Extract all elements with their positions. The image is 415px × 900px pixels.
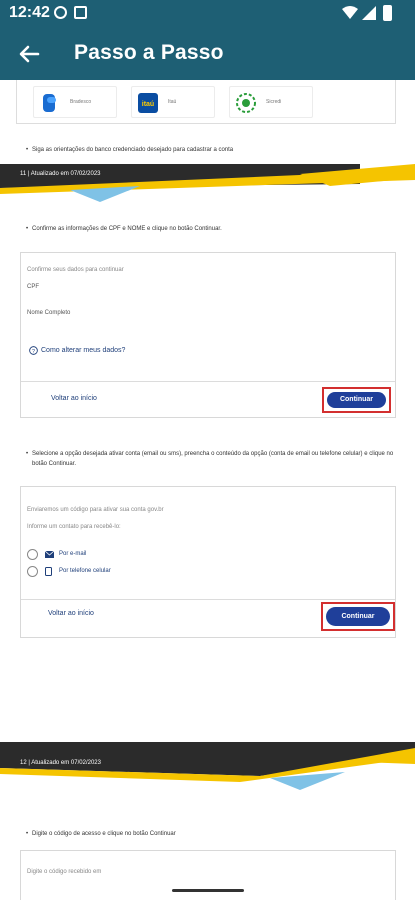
page-title: Passo a Passo <box>74 41 224 64</box>
status-bar: 12:42 <box>0 0 415 27</box>
confirm-data-card: Confirme seus dados para continuar CPF N… <box>20 252 396 418</box>
step-instruction: Digite o código de acesso e clique no bo… <box>26 831 176 837</box>
help-link[interactable]: Como alterar meus dados? <box>41 347 125 354</box>
email-radio[interactable] <box>27 549 38 560</box>
bank-name: Itaú <box>168 99 177 105</box>
bank-name: Bradesco <box>70 99 92 105</box>
document-content[interactable]: Bradesco itaú Itaú Sicredi Siga as orien… <box>0 80 415 900</box>
email-icon <box>45 551 54 558</box>
step-instruction: Confirme as informações de CPF e NOME e … <box>26 226 222 232</box>
bank-tile-sicredi[interactable]: Sicredi <box>229 86 313 118</box>
enter-code-card: Digite o código recebido em <box>20 850 396 900</box>
back-to-start-link[interactable]: Voltar ao início <box>51 395 97 402</box>
signal-icon <box>362 6 376 20</box>
card-hint: Digite o código recebido em <box>27 869 102 875</box>
page-stripe-graphic <box>0 742 415 790</box>
bank-name: Sicredi <box>266 99 282 105</box>
back-to-start-link[interactable]: Voltar ao início <box>48 610 94 617</box>
card-hint: Confirme seus dados para continuar <box>27 267 124 273</box>
gesture-nav-bar[interactable] <box>172 889 244 892</box>
message-notification-icon <box>54 6 67 19</box>
cpf-label: CPF <box>27 284 39 290</box>
help-icon: ? <box>29 346 38 355</box>
send-code-card: Enviaremos um código para ativar sua con… <box>20 486 396 638</box>
back-arrow-icon[interactable] <box>14 39 44 69</box>
sicredi-logo-icon <box>236 93 256 113</box>
highlight-box: Continuar <box>321 602 395 631</box>
page-stripe: 11 | Atualizado em 07/02/2023 <box>0 164 415 224</box>
itau-logo-icon: itaú <box>138 93 158 113</box>
phone-option-label[interactable]: Por telefone celular <box>59 568 111 574</box>
step-instruction: Siga as orientações do banco credenciado… <box>26 147 233 153</box>
highlight-box: Continuar <box>322 387 391 413</box>
bank-tile-bradesco[interactable]: Bradesco <box>33 86 117 118</box>
phone-radio[interactable] <box>27 566 38 577</box>
page-footer-label: 12 | Atualizado em 07/02/2023 <box>20 760 101 766</box>
bradesco-logo-icon <box>43 94 56 112</box>
page-footer-label: 11 | Atualizado em 07/02/2023 <box>20 171 101 177</box>
phone-icon <box>45 567 52 576</box>
card-divider <box>21 599 395 600</box>
bank-tile-itau[interactable]: itaú Itaú <box>131 86 215 118</box>
wifi-icon <box>342 6 358 19</box>
svg-text:?: ? <box>32 349 35 355</box>
card-divider <box>21 381 395 382</box>
card-hint: Enviaremos um código para ativar sua con… <box>27 507 164 513</box>
card-hint: Informe um contato para recebê-lo: <box>27 524 121 530</box>
email-option-label[interactable]: Por e-mail <box>59 551 86 557</box>
page-stripe: 12 | Atualizado em 07/02/2023 <box>0 742 415 802</box>
battery-icon <box>383 5 392 21</box>
bank-list: Bradesco itaú Itaú Sicredi <box>16 80 396 124</box>
continue-button[interactable]: Continuar <box>327 392 386 408</box>
status-time: 12:42 <box>9 4 50 21</box>
step-instruction: Selecione a opção desejada ativar conta … <box>26 449 397 469</box>
continue-button[interactable]: Continuar <box>326 607 390 626</box>
svg-text:itaú: itaú <box>142 101 154 108</box>
full-name-label: Nome Completo <box>27 310 71 316</box>
app-notification-icon <box>74 6 87 19</box>
app-bar: Passo a Passo <box>0 27 415 80</box>
